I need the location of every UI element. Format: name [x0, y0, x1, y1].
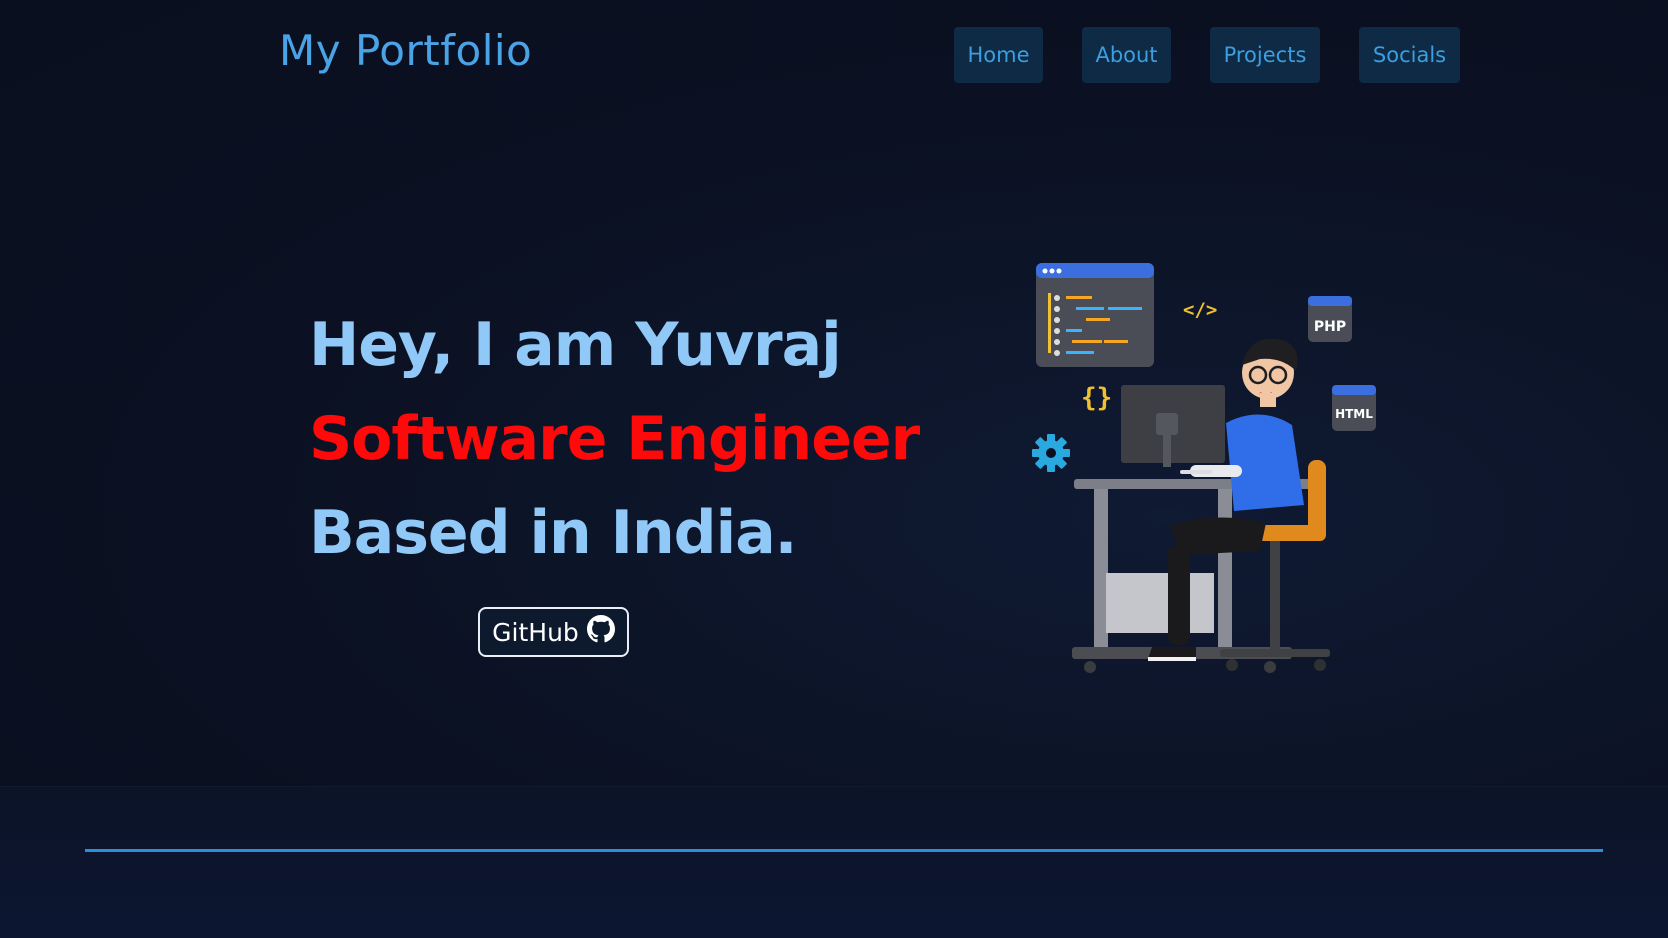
site-header: My Portfolio Home About Projects Socials: [0, 0, 1668, 110]
site-logo[interactable]: My Portfolio: [279, 26, 532, 75]
github-button-label: GitHub: [492, 617, 579, 647]
hero-greeting: Hey, I am Yuvraj: [309, 310, 842, 380]
svg-text:HTML: HTML: [1335, 407, 1373, 421]
hero-role: Software Engineer: [309, 404, 920, 474]
code-tag-icon: </>: [1183, 299, 1217, 321]
footer-section: [0, 786, 1668, 938]
braces-icon: {}: [1081, 383, 1112, 413]
section-divider: [85, 849, 1603, 852]
gear-icon: [1032, 434, 1070, 472]
nav-home[interactable]: Home: [954, 27, 1043, 83]
developer-illustration: </> {} PHP HTML: [1032, 263, 1376, 673]
monitor-icon: [1121, 385, 1225, 467]
nav-projects[interactable]: Projects: [1210, 27, 1320, 83]
php-badge-icon: PHP: [1308, 296, 1352, 342]
github-icon: [586, 615, 615, 649]
code-window-icon: [1036, 263, 1154, 367]
github-button[interactable]: GitHub: [478, 607, 629, 657]
hero-location: Based in India.: [309, 498, 797, 568]
nav-about[interactable]: About: [1082, 27, 1171, 83]
nav-socials[interactable]: Socials: [1359, 27, 1460, 83]
html-badge-icon: HTML: [1332, 385, 1376, 431]
svg-text:PHP: PHP: [1314, 319, 1346, 335]
